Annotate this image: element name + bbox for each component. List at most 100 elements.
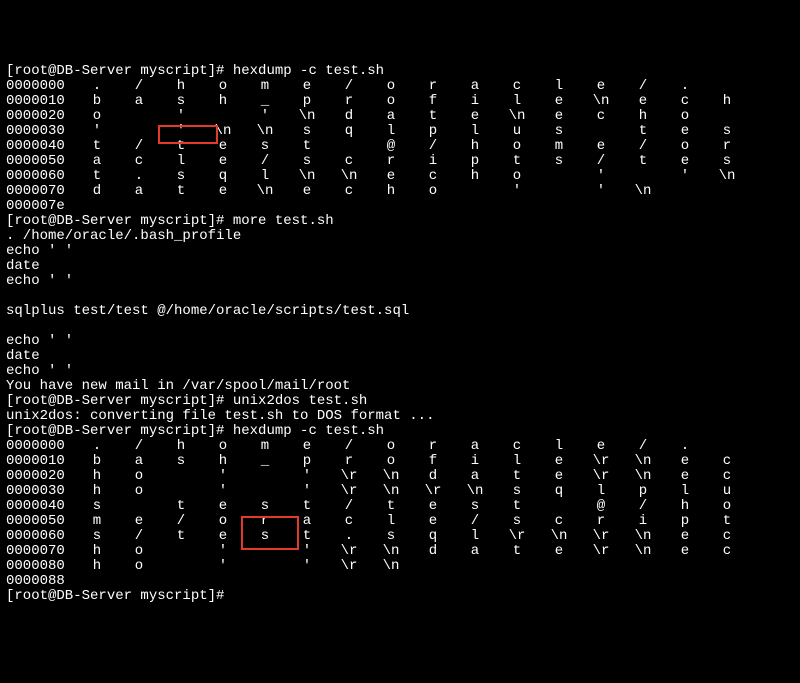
hex-char: e <box>664 529 706 544</box>
hex-address: 0000050 <box>6 154 76 169</box>
hex-char: u <box>706 484 748 499</box>
hex-char: e <box>286 439 328 454</box>
hex-char: ' <box>580 184 622 199</box>
hex-char: e <box>664 154 706 169</box>
hex-address: 0000060 <box>6 169 76 184</box>
shell-prompt: [root@DB-Server myscript]# hexdump -c te… <box>6 424 794 439</box>
hexdump-row: 0000080ho''\r\n <box>6 559 794 574</box>
hex-char: \n <box>622 184 664 199</box>
hexdump-row: 0000000./home/oracle/. <box>6 439 794 454</box>
hex-char: q <box>538 484 580 499</box>
hex-char: / <box>622 139 664 154</box>
hex-char: \n <box>370 544 412 559</box>
hex-char: \r <box>580 544 622 559</box>
hex-address: 0000000 <box>6 439 76 454</box>
script-line: echo ' ' <box>6 244 794 259</box>
hex-chars: date\necho''\n <box>76 183 748 199</box>
hex-char: / <box>244 154 286 169</box>
hexdump-row: 0000030ho''\r\n\r\nsqlplu <box>6 484 794 499</box>
hex-char: s <box>244 529 286 544</box>
mail-notice: You have new mail in /var/spool/mail/roo… <box>6 379 794 394</box>
hex-char: r <box>412 79 454 94</box>
hexdump-row: 0000020o''\ndate\necho <box>6 109 794 124</box>
hex-char: u <box>496 124 538 139</box>
hex-char: / <box>118 139 160 154</box>
hex-chars: s/test.sql\r\n\r\nec <box>76 528 748 544</box>
hex-address: 0000070 <box>6 184 76 199</box>
hex-char: \n <box>286 169 328 184</box>
conversion-output: unix2dos: converting file test.sh to DOS… <box>6 409 794 424</box>
hex-char: t <box>496 544 538 559</box>
hex-char: a <box>454 439 496 454</box>
hex-char: i <box>412 154 454 169</box>
hex-char: o <box>706 499 748 514</box>
hex-char: \r <box>328 559 370 574</box>
hex-char: e <box>664 544 706 559</box>
hex-char: e <box>412 514 454 529</box>
hex-char: l <box>454 529 496 544</box>
hex-char: c <box>496 79 538 94</box>
hex-char: o <box>370 79 412 94</box>
hex-char: i <box>622 514 664 529</box>
hex-char: s <box>538 154 580 169</box>
hex-address: 0000000 <box>6 79 76 94</box>
hex-char: o <box>202 439 244 454</box>
hex-char: a <box>454 79 496 94</box>
hex-chars: stest/test@/ho <box>76 498 748 514</box>
hex-chars: ''\n\nsqlplustes <box>76 123 748 139</box>
hexdump-row: 0000060s/test.sql\r\n\r\nec <box>6 529 794 544</box>
hex-char: c <box>706 454 748 469</box>
hex-char: e <box>412 499 454 514</box>
hex-char: \n <box>454 484 496 499</box>
hex-chars: ho''\r\ndate\r\nec <box>76 543 748 559</box>
hex-char: \n <box>496 109 538 124</box>
hex-char: e <box>580 439 622 454</box>
hex-char: \n <box>370 469 412 484</box>
hex-char: o <box>118 484 160 499</box>
hex-char: t <box>412 109 454 124</box>
hex-char: ' <box>202 469 244 484</box>
hex-address: 0000010 <box>6 454 76 469</box>
hex-address: 0000040 <box>6 499 76 514</box>
shell-prompt: [root@DB-Server myscript]# hexdump -c te… <box>6 64 794 79</box>
script-line <box>6 319 794 334</box>
hex-char: l <box>370 124 412 139</box>
hex-char: s <box>454 499 496 514</box>
hex-char: a <box>76 154 118 169</box>
hex-char: l <box>496 454 538 469</box>
hex-char: l <box>664 484 706 499</box>
hex-char: e <box>538 544 580 559</box>
hex-char: . <box>118 169 160 184</box>
hex-char: o <box>202 514 244 529</box>
shell-prompt: [root@DB-Server myscript]# more test.sh <box>6 214 794 229</box>
hex-char: r <box>370 154 412 169</box>
hex-char: r <box>328 94 370 109</box>
script-line <box>6 289 794 304</box>
hexdump-row: 0000050acle/scripts/tes <box>6 154 794 169</box>
hex-char: p <box>286 94 328 109</box>
hex-char: a <box>118 94 160 109</box>
hex-char: e <box>538 469 580 484</box>
hexdump-row: 0000070date\necho''\n <box>6 184 794 199</box>
hex-char: . <box>328 529 370 544</box>
hexdump-row: 0000010bash_profile\nech <box>6 94 794 109</box>
hex-char: / <box>580 154 622 169</box>
hex-char: p <box>454 154 496 169</box>
hex-char: s <box>286 154 328 169</box>
hex-char: h <box>160 79 202 94</box>
hex-char: \n <box>370 484 412 499</box>
shell-prompt: [root@DB-Server myscript]# unix2dos test… <box>6 394 794 409</box>
hexdump-row: 000007e <box>6 199 794 214</box>
hex-char: s <box>76 529 118 544</box>
hex-char: h <box>370 184 412 199</box>
hex-char: q <box>202 169 244 184</box>
hex-char: o <box>370 94 412 109</box>
hexdump-row: 0000000./home/oracle/. <box>6 79 794 94</box>
script-line: date <box>6 259 794 274</box>
hex-char: o <box>118 469 160 484</box>
hex-char: h <box>706 94 748 109</box>
hex-char: t <box>160 499 202 514</box>
hex-char: d <box>328 109 370 124</box>
hex-char: m <box>538 139 580 154</box>
hex-char: \n <box>622 529 664 544</box>
